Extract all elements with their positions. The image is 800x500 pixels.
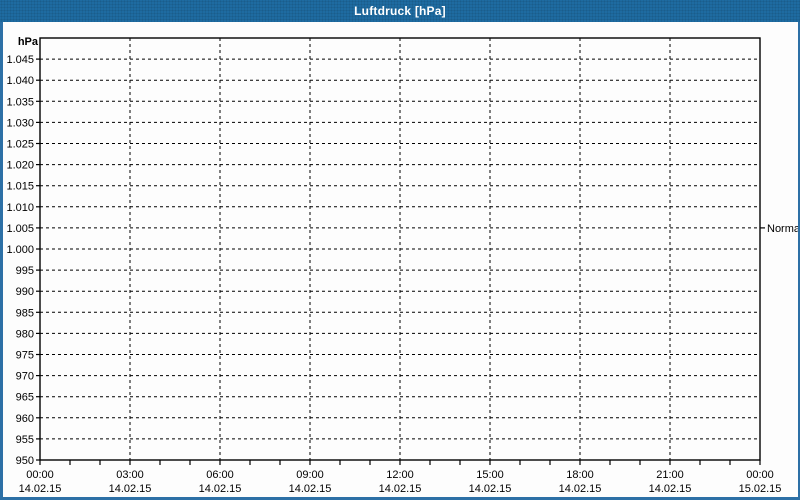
y-tick-label: 1.000 — [6, 244, 34, 256]
y-tick-label: 1.025 — [6, 139, 34, 151]
x-tick-date-label: 14.02.15 — [469, 483, 512, 495]
x-tick-date-label: 14.02.15 — [199, 483, 242, 495]
y-tick-label: 1.020 — [6, 160, 34, 172]
normal-marker-label: Normal — [767, 223, 800, 235]
y-tick-label: 990 — [16, 286, 34, 298]
y-tick-label: 1.005 — [6, 223, 34, 235]
x-tick-time-label: 21:00 — [656, 469, 684, 481]
x-tick-date-label: 14.02.15 — [559, 483, 602, 495]
y-tick-label: 965 — [16, 392, 34, 404]
x-tick-time-label: 00:00 — [26, 469, 54, 481]
x-tick-time-label: 06:00 — [206, 469, 234, 481]
y-axis-unit-label: hPa — [18, 36, 39, 48]
x-tick-date-label: 14.02.15 — [379, 483, 422, 495]
chart-title: Luftdruck [hPa] — [354, 4, 446, 18]
x-tick-date-label: 15.02.15 — [739, 483, 782, 495]
window-border-left — [0, 0, 3, 500]
x-tick-time-label: 03:00 — [116, 469, 144, 481]
pressure-chart: 1.045 1.040 1.035 1.030 1.025 1.020 1.015 1.010… — [0, 0, 800, 500]
y-tick-label: 985 — [16, 307, 34, 319]
y-tick-label: 975 — [16, 350, 34, 362]
x-tick-time-label: 00:00 — [746, 469, 774, 481]
x-tick-time-label: 09:00 — [296, 469, 324, 481]
y-tick-label: 970 — [16, 371, 34, 383]
y-tick-label: 960 — [16, 413, 34, 425]
x-tick-time-label: 12:00 — [386, 469, 414, 481]
y-tick-label: 1.045 — [6, 54, 34, 66]
x-tick-date-label: 14.02.15 — [109, 483, 152, 495]
y-tick-label: 950 — [16, 455, 34, 467]
x-tick-date-label: 14.02.15 — [19, 483, 62, 495]
y-tick-label: 995 — [16, 265, 34, 277]
x-tick-date-label: 14.02.15 — [289, 483, 332, 495]
y-tick-label: 955 — [16, 434, 34, 446]
y-tick-label: 1.035 — [6, 96, 34, 108]
y-tick-label: 1.040 — [6, 75, 34, 87]
title-bar: Luftdruck [hPa] — [0, 0, 800, 22]
y-tick-label: 1.010 — [6, 202, 34, 214]
x-tick-date-label: 14.02.15 — [649, 483, 692, 495]
y-tick-label: 1.030 — [6, 117, 34, 129]
y-tick-label: 1.015 — [6, 181, 34, 193]
x-tick-time-label: 15:00 — [476, 469, 504, 481]
x-tick-time-label: 18:00 — [566, 469, 594, 481]
y-tick-label: 980 — [16, 328, 34, 340]
